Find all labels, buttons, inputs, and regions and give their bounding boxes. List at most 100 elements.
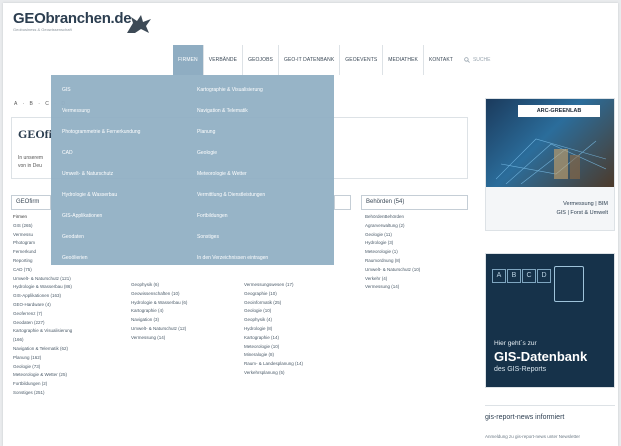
dropdown-menu-item[interactable]: GIS [62,85,192,106]
dropdown-menu-item[interactable]: Fortbildungen [197,211,327,232]
list-item[interactable]: Hydrologie (3) [365,239,420,248]
ad-text: Vermessung | BIM GIS | Forst & Umwelt [556,200,608,218]
tablet-icon [554,266,584,302]
ad-image-city: ARC-GREENLAB [486,99,614,187]
search-label: SUCHE [472,57,491,63]
advertisement-gis-datenbank[interactable]: A B C D Hier geht´s zur GIS-Datenbank de… [485,253,615,388]
search-button[interactable]: SUCHE [458,57,491,63]
list-item[interactable]: Geoferrenz (7) [13,310,72,319]
nav-item-geojobs[interactable]: GEOJOBS [243,45,279,75]
ad-text-line: Hier geht´s zur [494,340,537,347]
dropdown-menu-item[interactable]: Planung [197,127,327,148]
list-item[interactable]: Geologie (73) [13,363,72,372]
dropdown-menu-item[interactable]: Meteorologie & Wetter [197,169,327,190]
list-item[interactable]: Hydrologie & Wasserbau (6) [131,299,187,308]
dropdown-column-left: GIS Vermessung Photogrammetrie & Fernerkun… [62,85,192,274]
advertisement-arc-greenlab[interactable]: ARC-GREENLAB Vermessung | BIM GIS | Fors… [485,98,615,231]
dropdown-menu-item[interactable]: GIS-Applikationen [62,211,192,232]
list-item[interactable]: Hydrologie (8) [244,325,303,334]
institutions-list: Geophysik (6) Geowissenschaften (10) Hydro… [131,281,187,343]
list-item[interactable]: Agrarverwaltung (2) [365,222,420,231]
list-item[interactable]: Verkehrsplanung (5) [244,369,303,378]
dropdown-menu-item[interactable]: Vermessung [62,106,192,127]
page-frame: GEObranchen.de Geobusiness & Geowissensc… [3,3,618,446]
list-item[interactable]: Kartographie & Visualisierung [13,327,72,336]
list-item[interactable]: Meteorologie (10) [244,343,303,352]
letter-tile: C [522,269,536,283]
newsletter-title: gis-report-news informiert [485,414,565,421]
dropdown-menu-item[interactable]: Geologie [197,148,327,169]
dropdown-menu-item[interactable]: CAD [62,148,192,169]
list-item[interactable]: Geowissenschaften (10) [131,290,187,299]
list-item[interactable]: Raum- & Landesplanung (14) [244,360,303,369]
list-item[interactable]: Geophysik (4) [244,316,303,325]
list-item[interactable]: Umwelt- & Naturschutz (121) [13,275,72,284]
list-item[interactable]: Geologie (10) [244,307,303,316]
list-item[interactable]: Umwelt- & Naturschutz (10) [365,266,420,275]
list-item[interactable]: GEO-Hardware (4) [13,301,72,310]
main-nav: FIRMEN VERBÄNDE GEOJOBS GEO-IT DATENBANK… [173,45,490,75]
alphabet-tiles: A B C D [492,269,552,283]
list-item[interactable]: Sonstiges (251) [13,389,72,398]
nav-item-kontakt[interactable]: KONTAKT [424,45,458,75]
letter-tile: D [537,269,551,283]
ad-text-line: des GIS-Reports [494,366,547,373]
list-item[interactable]: Geoinformatik (25) [244,299,303,308]
newsletter-text[interactable]: Anmeldung zu gis-report-news unter Newsl… [485,434,613,440]
list-item[interactable]: Navigation & Telematik (62) [13,345,72,354]
dropdown-menu-item[interactable]: Umwelt- & Naturschutz [62,169,192,190]
list-item[interactable]: Raumordnung (8) [365,257,420,266]
authorities-list: BehördenBehörden Agrarverwaltung (2) Geolo… [365,213,420,292]
list-item[interactable]: Vermessung (14) [131,334,187,343]
dropdown-menu-item[interactable]: Geoölierien [62,253,192,274]
ad-text-line: Vermessung | BIM [563,201,608,207]
list-item[interactable]: GIS-Applikationen (163) [13,292,72,301]
list-item[interactable]: Geophysik (6) [131,281,187,290]
list-item[interactable]: Mineralogie (8) [244,351,303,360]
list-item[interactable]: Hydrologie & Wasserbau (86) [13,283,72,292]
list-item[interactable]: Umwelt- & Naturschutz (12) [131,325,187,334]
dropdown-menu-item[interactable]: Photogrammetrie & Fernerkundung [62,127,192,148]
intro-title: GEOfi [18,127,53,141]
category-box-authorities[interactable]: Behörden (54) [361,195,468,210]
list-item[interactable]: Kartographie (14) [244,334,303,343]
list-item[interactable]: Geologie (11) [365,231,420,240]
search-icon [464,57,470,63]
list-item[interactable]: Kartographie (4) [131,307,187,316]
ad-text-line: GIS | Forst & Umwelt [556,210,608,216]
dropdown-menu-item[interactable]: Kartographie & Visualisierung [197,85,327,106]
firmen-dropdown-menu: GIS Vermessung Photogrammetrie & Fernerkun… [51,75,334,265]
dropdown-menu-item[interactable]: Geodaten [62,232,192,253]
dropdown-menu-item[interactable]: Hydrologie & Wasserbau [62,190,192,211]
list-item[interactable]: Verkehr (4) [365,275,420,284]
list-item[interactable]: Meteorologie (1) [365,248,420,257]
dropdown-menu-item[interactable]: Vermittlung & Dienstleistungen [197,190,327,211]
list-item[interactable]: Geographie (10) [244,290,303,299]
nav-item-geoevents[interactable]: GEOEVENTS [340,45,384,75]
dropdown-menu-item[interactable]: Navigation & Telematik [197,106,327,127]
list-item[interactable]: Navigation (3) [131,316,187,325]
list-item[interactable]: BehördenBehörden [365,213,420,222]
list-item[interactable]: Vermessungswesen (17) [244,281,303,290]
nav-item-geo-it-datenbank[interactable]: GEO-IT DATENBANK [279,45,341,75]
dropdown-menu-item[interactable]: Sonstiges [197,232,327,253]
list-item[interactable]: Vermessung (14) [365,283,420,292]
category-box-middle[interactable] [334,195,351,210]
list-item[interactable]: Planung (162) [13,354,72,363]
nav-item-verbaende[interactable]: VERBÄNDE [204,45,244,75]
ad-headline: GIS-Datenbank [494,349,588,364]
nav-item-firmen[interactable]: FIRMEN [173,45,204,75]
letter-tile: B [507,269,521,283]
ad-brand-logo: ARC-GREENLAB [518,105,600,117]
griffin-logo-icon [127,15,151,33]
dropdown-menu-item[interactable]: In den Verzeichnissen eintragen [197,253,327,274]
letter-tile: A [492,269,506,283]
list-item[interactable]: Meteorologie & Wetter (25) [13,371,72,380]
site-logo[interactable]: GEObranchen.de Geobusiness & Geowissensc… [13,11,132,33]
list-item[interactable]: (166) [13,336,72,345]
list-item[interactable]: Fortbildungen (2) [13,380,72,389]
list-item[interactable]: Geodaten (227) [13,319,72,328]
nav-item-mediathek[interactable]: MEDIATHEK [383,45,424,75]
city-grid-graphic [496,138,606,184]
category-box-firms[interactable]: GEOfirm [11,195,51,210]
